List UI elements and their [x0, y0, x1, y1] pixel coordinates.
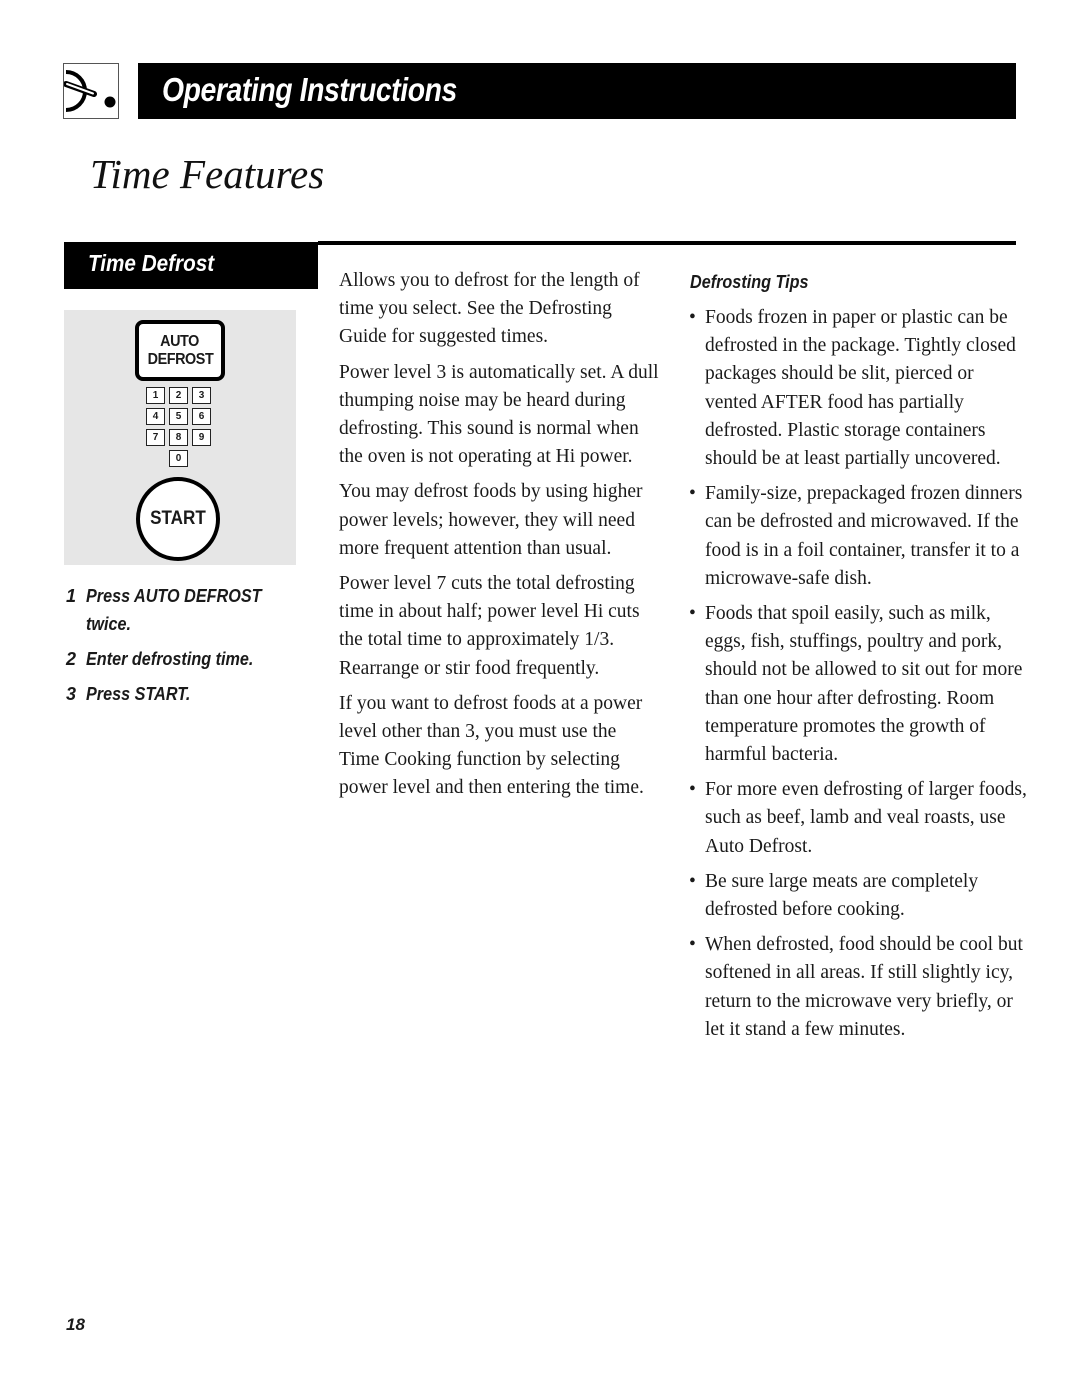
key-4: 4	[146, 408, 165, 425]
tip-item: • Foods that spoil easily, such as milk,…	[689, 600, 1030, 769]
step-text: Press AUTO DEFROST twice.	[86, 586, 262, 634]
header-bar: Operating Instructions	[138, 63, 1016, 119]
description-paragraph: Power level 3 is automatically set. A du…	[339, 361, 659, 468]
tip-item: • When defrosted, food should be cool bu…	[689, 931, 1030, 1044]
tip-item: • Family-size, prepackaged frozen dinner…	[689, 480, 1030, 593]
step-number: 3	[66, 684, 77, 704]
instruction-steps: 1 Press AUTO DEFROST twice. 2 Enter defr…	[66, 582, 316, 715]
defrosting-tips-column: Defrosting Tips • Foods frozen in paper …	[689, 268, 1030, 1051]
key-7: 7	[146, 429, 165, 446]
key-0: 0	[169, 450, 188, 467]
header-title: Operating Instructions	[162, 71, 457, 108]
step-item: 1 Press AUTO DEFROST twice.	[66, 582, 316, 638]
step-text: Enter defrosting time.	[86, 649, 254, 669]
tip-text: Foods that spoil easily, such as milk, e…	[705, 603, 1023, 766]
step-text: Press START.	[86, 684, 191, 704]
tip-item: • Foods frozen in paper or plastic can b…	[689, 304, 1030, 473]
bullet-icon: •	[689, 483, 696, 505]
tip-item: • Be sure large meats are completely def…	[689, 868, 1030, 924]
tip-text: For more even defrosting of larger foods…	[705, 779, 1027, 857]
tip-text: Be sure large meats are completely defro…	[705, 870, 979, 921]
bullet-icon: •	[689, 603, 696, 625]
step-item: 3 Press START.	[66, 680, 316, 708]
start-label: START	[150, 508, 206, 529]
description-column: Allows you to defrost for the length of …	[339, 267, 659, 810]
key-8: 8	[169, 429, 188, 446]
tips-heading: Defrosting Tips	[690, 272, 809, 292]
section-divider	[318, 241, 1016, 245]
start-button: START	[136, 477, 220, 561]
bullet-icon: •	[689, 779, 696, 801]
control-panel-illustration: AUTO DEFROST 1 2 3 4 5 6 7 8 9 0 START	[64, 310, 296, 565]
step-item: 2 Enter defrosting time.	[66, 645, 316, 673]
section-heading-bar: Time Defrost	[64, 242, 318, 289]
step-number: 1	[66, 586, 77, 606]
key-3: 3	[192, 387, 211, 404]
description-paragraph: Allows you to defrost for the length of …	[339, 270, 640, 348]
description-paragraph: If you want to defrost foods at a power …	[339, 692, 644, 799]
key-1: 1	[146, 387, 165, 404]
tip-text: Foods frozen in paper or plastic can be …	[705, 307, 1016, 470]
bullet-icon: •	[689, 307, 696, 328]
step-number: 2	[66, 649, 77, 669]
auto-defrost-label-line2: DEFROST	[147, 350, 213, 368]
page-title: Time Features	[90, 151, 325, 197]
tip-item: • For more even defrosting of larger foo…	[689, 776, 1030, 861]
key-5: 5	[169, 408, 188, 425]
key-6: 6	[192, 408, 211, 425]
tip-text: Family-size, prepackaged frozen dinners …	[705, 483, 1023, 589]
key-2: 2	[169, 387, 188, 404]
tip-text: When defrosted, food should be cool but …	[705, 934, 1023, 1040]
auto-defrost-button: AUTO DEFROST	[135, 320, 225, 381]
bullet-icon: •	[689, 870, 696, 892]
auto-defrost-label-line1: AUTO	[160, 332, 200, 350]
bullet-icon: •	[689, 934, 696, 956]
page-number: 18	[66, 1315, 85, 1334]
section-title: Time Defrost	[88, 250, 215, 276]
description-paragraph: You may defrost foods by using higher po…	[339, 481, 643, 559]
description-paragraph: Power level 7 cuts the total defrosting …	[339, 573, 640, 679]
dial-knob-icon	[63, 63, 119, 119]
key-9: 9	[192, 429, 211, 446]
